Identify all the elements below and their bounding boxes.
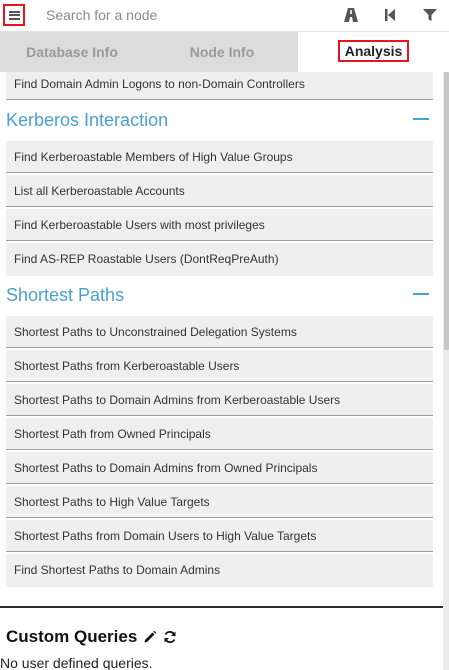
analysis-panel: Find Domain Admin Logons to non-Domain C… xyxy=(0,72,443,670)
section-title: Shortest Paths xyxy=(6,285,125,305)
tab-analysis-label: Analysis xyxy=(337,40,410,62)
query-item[interactable]: Shortest Paths to Domain Admins from Ker… xyxy=(6,384,433,416)
query-item[interactable]: Find Domain Admin Logons to non-Domain C… xyxy=(6,72,433,100)
tab-database-info[interactable]: Database Info xyxy=(0,32,144,72)
search-bar xyxy=(0,0,449,32)
minus-icon[interactable] xyxy=(413,118,429,120)
query-item[interactable]: Find Kerberoastable Users with most priv… xyxy=(6,209,433,241)
tab-bar: Database Info Node Info Analysis xyxy=(0,32,449,72)
refresh-icon[interactable] xyxy=(163,630,177,644)
query-item[interactable]: Shortest Paths to Unconstrained Delegati… xyxy=(6,316,433,348)
scrollbar-thumb[interactable] xyxy=(444,72,449,350)
section-shortest-paths: Shortest Paths xyxy=(6,281,433,309)
query-item[interactable]: Find Shortest Paths to Domain Admins xyxy=(6,554,433,587)
step-backward-icon[interactable] xyxy=(381,6,399,24)
query-item[interactable]: List all Kerberoastable Accounts xyxy=(6,175,433,207)
query-item[interactable]: Shortest Paths from Kerberoastable Users xyxy=(6,350,433,382)
search-input[interactable] xyxy=(38,4,344,26)
pencil-icon[interactable] xyxy=(143,630,157,644)
tab-node-info[interactable]: Node Info xyxy=(148,32,296,72)
section-title: Kerberos Interaction xyxy=(6,110,169,130)
no-queries-text: No user defined queries. xyxy=(0,655,153,670)
minus-icon[interactable] xyxy=(413,293,429,295)
query-item[interactable]: Shortest Paths to Domain Admins from Own… xyxy=(6,452,433,484)
query-item[interactable]: Find Kerberoastable Members of High Valu… xyxy=(6,141,433,173)
road-icon[interactable] xyxy=(342,6,360,24)
query-item[interactable]: Shortest Paths to High Value Targets xyxy=(6,486,433,518)
filter-icon[interactable] xyxy=(421,6,439,24)
section-kerberos: Kerberos Interaction xyxy=(6,106,433,134)
scrollbar[interactable] xyxy=(443,72,449,670)
query-item[interactable]: Shortest Path from Owned Principals xyxy=(6,418,433,450)
hamburger-menu-icon[interactable] xyxy=(3,4,25,26)
query-item[interactable]: Find AS-REP Roastable Users (DontReqPreA… xyxy=(6,243,433,276)
custom-queries-header: Custom Queries xyxy=(6,627,177,647)
custom-queries-title: Custom Queries xyxy=(6,627,138,646)
query-item[interactable]: Shortest Paths from Domain Users to High… xyxy=(6,520,433,552)
tab-analysis[interactable]: Analysis xyxy=(298,32,449,72)
section-divider xyxy=(0,606,443,608)
